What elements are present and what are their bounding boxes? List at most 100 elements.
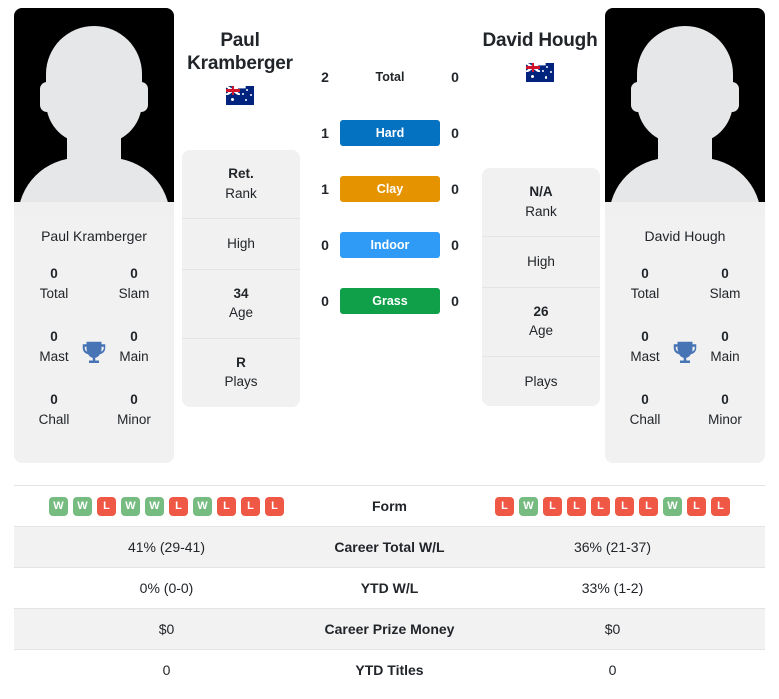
- table-row-career-prize-money: $0 Career Prize Money $0: [14, 608, 765, 650]
- info-age-left: 34 Age: [182, 270, 300, 339]
- titles-total-label-right: Total: [630, 285, 660, 301]
- h2h-row-clay: 1 Clay 0: [310, 170, 470, 208]
- info-rank-label-right: Rank: [525, 203, 557, 219]
- titles-chall-label-left: Chall: [38, 411, 70, 427]
- titles-slam-left: 0 Slam: [94, 254, 174, 317]
- star-gamma-crucis: [545, 76, 548, 79]
- form-badge-right-1: W: [519, 496, 538, 516]
- star-delta-crucis: [242, 92, 244, 95]
- surface-badge-indoor[interactable]: Indoor: [340, 232, 440, 258]
- h2h-hard-left-score: 1: [321, 125, 329, 141]
- titles-grid-left: 0 Total 0 Slam 0 Mast 0 Main 0 Chall 0 M…: [14, 254, 174, 463]
- australia-flag-icon-left: [226, 85, 254, 105]
- comparison-header-section: Paul Kramberger 0 Total 0 Slam 0 Mast 0 …: [0, 0, 779, 470]
- ytd-titles-right: 0: [608, 662, 617, 679]
- avatar-ear-right: [725, 82, 739, 112]
- h2h-clay-left-score: 1: [321, 181, 329, 197]
- player-card-right[interactable]: David Hough 0 Total 0 Slam 0 Mast 0 Main: [605, 8, 765, 463]
- player-title-line1-right: David Hough: [482, 30, 598, 51]
- surface-badge-clay[interactable]: Clay: [340, 176, 440, 202]
- player-info-card-left: Ret. Rank High 34 Age R Plays: [182, 150, 300, 407]
- info-high-label-right: High: [527, 254, 555, 270]
- star-alpha-crucis: [546, 65, 549, 69]
- commonwealth-star: [231, 97, 235, 101]
- union-jack-cross-h: [526, 66, 540, 69]
- form-badge-left-0: W: [49, 496, 68, 516]
- h2h-total-right-score: 0: [451, 69, 459, 85]
- player-title-line1-left: Paul: [220, 30, 260, 51]
- comparison-stats-table: WWLWWLWLLL Form LWLLLLLWLL 41% (29-41) C…: [14, 485, 765, 691]
- info-plays-label-left: Plays: [224, 374, 258, 390]
- form-badges-right: LWLLLLLWLL: [460, 486, 765, 527]
- titles-slam-label-right: Slam: [709, 285, 741, 301]
- form-badge-right-8: L: [687, 496, 706, 516]
- form-badge-left-3: W: [121, 496, 140, 516]
- table-row-ytd-titles: 0 YTD Titles 0: [14, 649, 765, 691]
- table-label-career-total-wl: Career Total W/L: [334, 539, 445, 555]
- h2h-clay-right-score: 0: [451, 181, 459, 197]
- table-row-career-total-wl: 41% (29-41) Career Total W/L 36% (21-37): [14, 526, 765, 568]
- info-age-label-left: Age: [228, 305, 254, 321]
- commonwealth-star: [531, 74, 535, 79]
- h2h-grass-badge-wrap: Grass: [340, 288, 440, 314]
- form-badge-left-1: W: [73, 496, 92, 516]
- info-high-label-left: High: [227, 236, 255, 252]
- titles-slam-value-right: 0: [721, 266, 729, 281]
- avatar-ear-left: [631, 82, 645, 112]
- star-beta-crucis: [549, 70, 552, 74]
- titles-chall-right: 0 Chall: [605, 380, 685, 443]
- info-high-left: High: [182, 219, 300, 270]
- surface-badge-grass[interactable]: Grass: [340, 288, 440, 314]
- avatar-ear-left: [40, 82, 54, 112]
- titles-minor-value-right: 0: [721, 392, 729, 408]
- star-gamma-crucis: [245, 99, 248, 102]
- h2h-indoor-right-score: 0: [451, 237, 459, 253]
- info-rank-value-left: Ret.: [228, 166, 254, 181]
- titles-total-label-left: Total: [39, 285, 69, 301]
- titles-slam-label-left: Slam: [118, 285, 150, 301]
- h2h-row-total: 2 Total 0: [310, 58, 470, 96]
- ytd-titles-left: 0: [162, 662, 171, 679]
- player-title-right: David Hough: [465, 30, 615, 82]
- form-badge-left-8: L: [241, 496, 260, 516]
- player-title-left: Paul Kramberger: [165, 30, 315, 105]
- titles-chall-left: 0 Chall: [14, 380, 94, 443]
- titles-chall-value-right: 0: [641, 392, 649, 408]
- h2h-indoor-badge-wrap: Indoor: [340, 232, 440, 258]
- form-badge-right-9: L: [711, 496, 730, 516]
- h2h-total-left-score: 2: [321, 69, 329, 85]
- trophy-icon: [82, 341, 106, 363]
- player-card-left[interactable]: Paul Kramberger 0 Total 0 Slam 0 Mast 0 …: [14, 8, 174, 463]
- info-plays-left: R Plays: [182, 339, 300, 407]
- table-label-career-prize-money: Career Prize Money: [324, 621, 455, 637]
- form-badge-left-5: L: [169, 496, 188, 516]
- star-delta-crucis: [542, 69, 544, 72]
- ytd-wl-left: 0% (0-0): [139, 580, 194, 596]
- info-plays-right: Plays: [482, 357, 600, 407]
- form-badge-right-4: L: [591, 496, 610, 516]
- player-title-line2-left: Kramberger: [187, 52, 293, 74]
- h2h-indoor-left-score: 0: [321, 237, 329, 253]
- player-info-card-right: N/A Rank High 26 Age Plays: [482, 168, 600, 407]
- table-row-ytd-wl: 0% (0-0) YTD W/L 33% (1-2): [14, 567, 765, 609]
- form-badge-right-0: L: [495, 496, 514, 516]
- player-name-left: Paul Kramberger: [41, 228, 147, 244]
- player-comparison-page: Paul Kramberger 0 Total 0 Slam 0 Mast 0 …: [0, 0, 779, 699]
- info-rank-value-right: N/A: [529, 184, 553, 199]
- info-age-value-right: 26: [533, 303, 549, 319]
- h2h-row-grass: 0 Grass 0: [310, 282, 470, 320]
- player-photo-left: [14, 8, 174, 216]
- info-age-value-left: 34: [233, 285, 249, 301]
- surface-badge-hard[interactable]: Hard: [340, 120, 440, 146]
- titles-slam-right: 0 Slam: [685, 254, 765, 317]
- h2h-hard-badge-wrap: Hard: [340, 120, 440, 146]
- h2h-clay-badge-wrap: Clay: [340, 176, 440, 202]
- form-badge-left-2: L: [97, 496, 116, 516]
- info-rank-right: N/A Rank: [482, 168, 600, 238]
- info-plays-value-left: R: [236, 354, 246, 370]
- star-alpha-crucis: [246, 88, 249, 91]
- head-to-head-panel: 2 Total 0 1 Hard 0 1 Clay 0 0 Indoor 0 0…: [310, 58, 470, 338]
- info-rank-left: Ret. Rank: [182, 150, 300, 220]
- form-badge-right-2: L: [543, 496, 562, 516]
- career-prize-money-right: $0: [604, 621, 621, 637]
